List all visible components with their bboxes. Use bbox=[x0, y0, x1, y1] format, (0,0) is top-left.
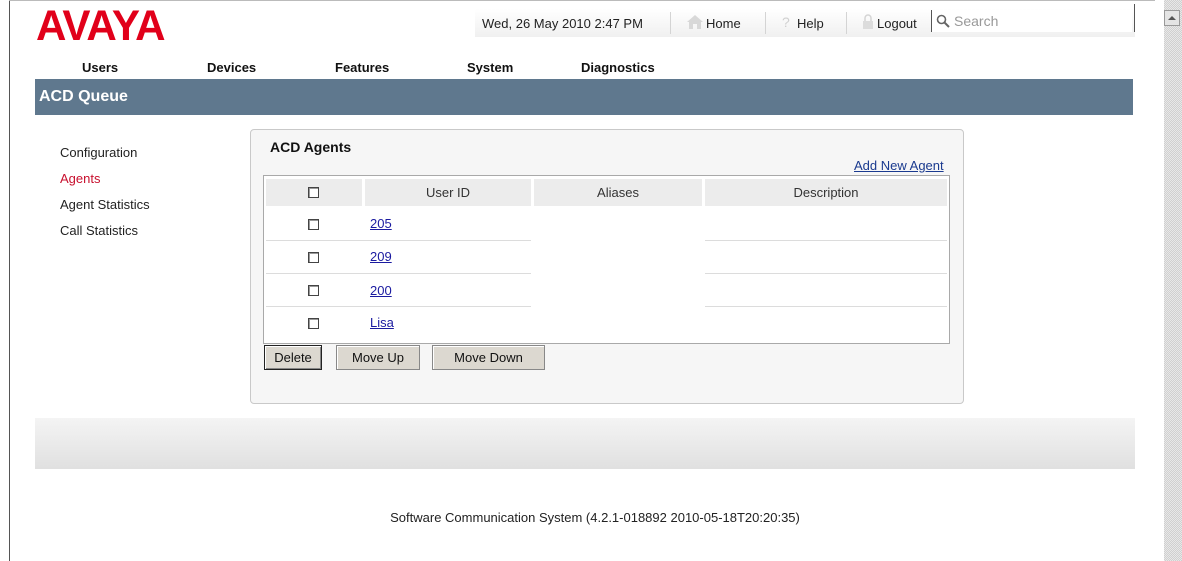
move-up-button[interactable]: Move Up bbox=[336, 345, 420, 370]
user-id-link[interactable]: 209 bbox=[370, 249, 392, 264]
home-link[interactable]: Home bbox=[706, 16, 741, 31]
sidebar-item-agents[interactable]: Agents bbox=[60, 171, 100, 186]
home-icon[interactable] bbox=[686, 14, 704, 33]
window-frame-left bbox=[9, 0, 10, 561]
row-checkbox[interactable] bbox=[308, 219, 319, 230]
help-icon[interactable]: ? bbox=[780, 14, 792, 33]
search-box bbox=[931, 10, 1132, 32]
content-footer-bar bbox=[35, 418, 1135, 469]
user-id-link[interactable]: 200 bbox=[370, 283, 392, 298]
nav-devices[interactable]: Devices bbox=[207, 60, 256, 75]
nav-system[interactable]: System bbox=[467, 60, 513, 75]
logout-link[interactable]: Logout bbox=[877, 16, 917, 31]
row-checkbox[interactable] bbox=[308, 252, 319, 263]
column-header-description: Description bbox=[705, 179, 947, 206]
search-input[interactable] bbox=[954, 12, 1124, 30]
panel-title: ACD Agents bbox=[270, 139, 352, 155]
header-divider bbox=[765, 12, 766, 34]
scroll-up-button[interactable] bbox=[1164, 10, 1180, 26]
nav-features[interactable]: Features bbox=[335, 60, 389, 75]
version-text: Software Communication System (4.2.1-018… bbox=[390, 510, 800, 525]
row-divider bbox=[705, 240, 947, 241]
nav-users[interactable]: Users bbox=[82, 60, 118, 75]
move-down-button[interactable]: Move Down bbox=[432, 345, 545, 370]
nav-diagnostics[interactable]: Diagnostics bbox=[581, 60, 655, 75]
window-frame-right bbox=[1134, 4, 1135, 32]
row-divider bbox=[705, 306, 947, 307]
row-divider bbox=[705, 273, 947, 274]
help-link[interactable]: Help bbox=[797, 16, 824, 31]
row-divider bbox=[266, 306, 531, 307]
user-id-link[interactable]: 205 bbox=[370, 216, 392, 231]
svg-text:?: ? bbox=[782, 14, 790, 30]
window-frame-top bbox=[9, 0, 1155, 1]
header-divider bbox=[670, 12, 671, 34]
sidebar-item-call-statistics[interactable]: Call Statistics bbox=[60, 223, 138, 238]
header-divider bbox=[846, 12, 847, 34]
sidebar-item-agent-statistics[interactable]: Agent Statistics bbox=[60, 197, 150, 212]
add-new-agent-link[interactable]: Add New Agent bbox=[854, 158, 944, 173]
row-divider bbox=[266, 240, 531, 241]
search-icon bbox=[936, 14, 950, 31]
row-divider bbox=[266, 273, 531, 274]
row-checkbox[interactable] bbox=[308, 285, 319, 296]
delete-button[interactable]: Delete bbox=[264, 345, 322, 370]
page-title-bar: ACD Queue bbox=[35, 79, 1133, 115]
header-datetime: Wed, 26 May 2010 2:47 PM bbox=[482, 16, 643, 31]
vertical-scrollbar[interactable] bbox=[1164, 0, 1182, 561]
version-footer: Software Communication System (4.2.1-018… bbox=[0, 510, 1182, 525]
user-id-link[interactable]: Lisa bbox=[370, 315, 394, 330]
select-all-checkbox[interactable] bbox=[308, 187, 319, 198]
column-header-aliases: Aliases bbox=[534, 179, 702, 206]
scroll-up-arrow-icon bbox=[1168, 16, 1176, 20]
lock-icon[interactable] bbox=[862, 14, 874, 33]
avaya-logo: AVAYA bbox=[36, 2, 166, 50]
column-header-user-id: User ID bbox=[365, 179, 531, 206]
page-title: ACD Queue bbox=[39, 88, 128, 105]
sidebar-item-configuration[interactable]: Configuration bbox=[60, 145, 137, 160]
row-checkbox[interactable] bbox=[308, 318, 319, 329]
